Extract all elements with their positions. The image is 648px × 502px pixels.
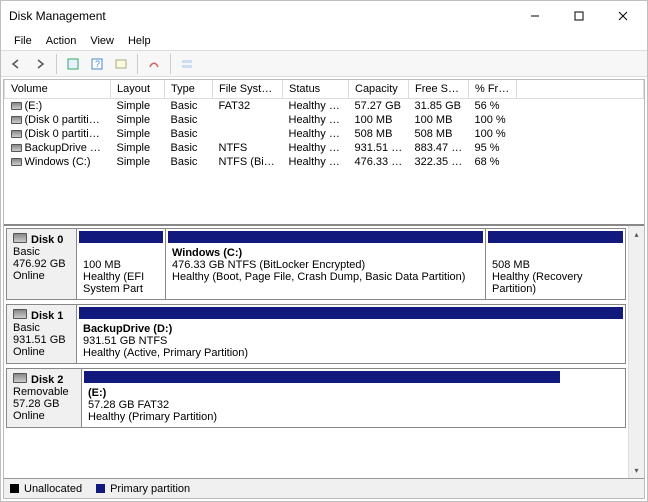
col-status[interactable]: Status bbox=[283, 80, 349, 98]
menubar: File Action View Help bbox=[1, 31, 647, 50]
disk-graphic-pane: Disk 0Basic476.92 GBOnline 100 MBHealthy… bbox=[4, 224, 644, 478]
properties-button[interactable] bbox=[110, 53, 132, 75]
vertical-scrollbar[interactable]: ▴ ▾ bbox=[628, 226, 644, 478]
content-area: Volume Layout Type File System Status Ca… bbox=[3, 79, 645, 499]
disk-icon bbox=[13, 309, 27, 319]
volume-icon bbox=[11, 116, 22, 124]
col-capacity[interactable]: Capacity bbox=[349, 80, 409, 98]
toolbar-divider bbox=[137, 54, 138, 74]
scroll-down-button[interactable]: ▾ bbox=[629, 462, 644, 478]
disk-icon bbox=[13, 373, 27, 383]
toolbar-divider bbox=[170, 54, 171, 74]
table-row[interactable]: (E:)SimpleBasicFAT32Healthy (P...57.27 G… bbox=[5, 98, 644, 113]
toolbar-divider bbox=[56, 54, 57, 74]
legend-bar: Unallocated Primary partition bbox=[4, 478, 644, 498]
volume-icon bbox=[11, 102, 22, 110]
close-button[interactable] bbox=[601, 2, 645, 30]
disk-row: Disk 0Basic476.92 GBOnline 100 MBHealthy… bbox=[6, 228, 626, 300]
volume-icon bbox=[11, 158, 22, 166]
settings-icon[interactable] bbox=[143, 53, 165, 75]
forward-button[interactable] bbox=[29, 53, 51, 75]
partition[interactable]: BackupDrive (D:)931.51 GB NTFSHealthy (A… bbox=[77, 305, 625, 363]
col-layout[interactable]: Layout bbox=[111, 80, 165, 98]
col-type[interactable]: Type bbox=[165, 80, 213, 98]
disk-partitions: 100 MBHealthy (EFI System PartWindows (C… bbox=[77, 228, 626, 300]
menu-view[interactable]: View bbox=[83, 33, 121, 49]
disk-management-window: Disk Management File Action View Help ? bbox=[0, 0, 648, 502]
disk-row: Disk 2Removable57.28 GBOnline(E:)57.28 G… bbox=[6, 368, 626, 428]
menu-action[interactable]: Action bbox=[39, 33, 84, 49]
col-volume[interactable]: Volume bbox=[5, 80, 111, 98]
table-row[interactable]: (Disk 0 partition 1)SimpleBasicHealthy (… bbox=[5, 113, 644, 127]
partition[interactable]: 100 MBHealthy (EFI System Part bbox=[77, 229, 165, 299]
disk-partitions: BackupDrive (D:)931.51 GB NTFSHealthy (A… bbox=[77, 304, 626, 364]
menu-file[interactable]: File bbox=[7, 33, 39, 49]
toolbar: ? bbox=[1, 50, 647, 77]
svg-text:?: ? bbox=[95, 59, 100, 69]
partition-cap bbox=[79, 307, 623, 319]
disk-partitions: (E:)57.28 GB FAT32Healthy (Primary Parti… bbox=[82, 368, 626, 428]
disk-icon bbox=[13, 233, 27, 243]
maximize-button[interactable] bbox=[557, 2, 601, 30]
table-row[interactable]: BackupDrive (D:)SimpleBasicNTFSHealthy (… bbox=[5, 141, 644, 155]
window-title: Disk Management bbox=[9, 9, 513, 23]
volume-icon bbox=[11, 130, 22, 138]
volume-icon bbox=[11, 144, 22, 152]
volume-list-pane: Volume Layout Type File System Status Ca… bbox=[4, 80, 644, 224]
partition[interactable]: Windows (C:)476.33 GB NTFS (BitLocker En… bbox=[165, 229, 485, 299]
menu-help[interactable]: Help bbox=[121, 33, 158, 49]
disk-label[interactable]: Disk 0Basic476.92 GBOnline bbox=[6, 228, 77, 300]
partition-cap bbox=[488, 231, 623, 243]
minimize-button[interactable] bbox=[513, 2, 557, 30]
partition-cap bbox=[79, 231, 163, 243]
scroll-up-button[interactable]: ▴ bbox=[629, 226, 644, 242]
table-row[interactable]: (Disk 0 partition 4)SimpleBasicHealthy (… bbox=[5, 127, 644, 141]
partition[interactable]: (E:)57.28 GB FAT32Healthy (Primary Parti… bbox=[82, 369, 562, 427]
volume-table: Volume Layout Type File System Status Ca… bbox=[4, 80, 644, 169]
disk-row: Disk 1Basic931.51 GBOnlineBackupDrive (D… bbox=[6, 304, 626, 364]
disk-label[interactable]: Disk 1Basic931.51 GBOnline bbox=[6, 304, 77, 364]
partition-cap bbox=[84, 371, 560, 383]
col-pctfree[interactable]: % Free bbox=[469, 80, 517, 98]
titlebar: Disk Management bbox=[1, 1, 647, 31]
list-view-icon[interactable] bbox=[176, 53, 198, 75]
refresh-button[interactable] bbox=[62, 53, 84, 75]
col-spare[interactable] bbox=[517, 80, 644, 98]
legend-primary: Primary partition bbox=[96, 483, 190, 495]
legend-unallocated: Unallocated bbox=[10, 483, 82, 495]
table-row[interactable]: Windows (C:)SimpleBasicNTFS (BitLo...Hea… bbox=[5, 155, 644, 169]
col-fs[interactable]: File System bbox=[213, 80, 283, 98]
back-button[interactable] bbox=[5, 53, 27, 75]
help-icon[interactable]: ? bbox=[86, 53, 108, 75]
col-free[interactable]: Free Sp... bbox=[409, 80, 469, 98]
disk-label[interactable]: Disk 2Removable57.28 GBOnline bbox=[6, 368, 82, 428]
partition-cap bbox=[168, 231, 483, 243]
volume-header-row: Volume Layout Type File System Status Ca… bbox=[5, 80, 644, 98]
partition[interactable]: 508 MBHealthy (Recovery Partition) bbox=[485, 229, 625, 299]
